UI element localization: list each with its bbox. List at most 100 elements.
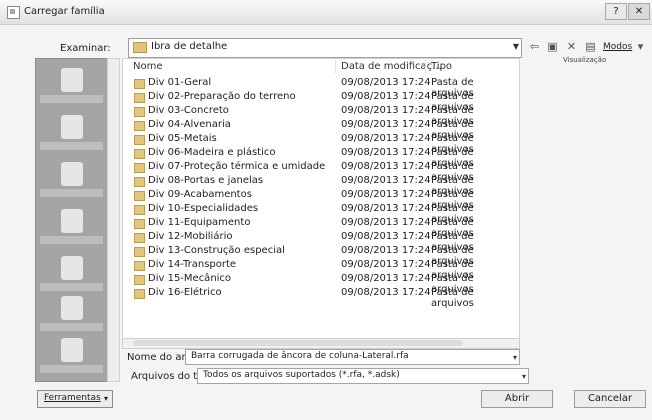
item-date: 09/08/2013 17:24 [341,133,431,144]
folder-icon [134,191,145,201]
column-header-date[interactable]: Data de modificaç... [341,61,442,72]
folder-icon [133,42,147,53]
user-icon [61,162,83,186]
place-user[interactable] [36,155,107,203]
list-item[interactable]: Div 06-Madeira e plástico 09/08/2013 17:2… [123,147,517,169]
list-item[interactable]: Div 16-Elétrico 09/08/2013 17:24 Pasta de … [123,287,517,309]
item-name: Div 03-Concreto [148,105,229,116]
list-item[interactable]: Div 08-Portas e janelas 09/08/2013 17:24 P… [123,175,517,197]
file-type-value: Todos os arquivos suportados (*.rfa, *.a… [203,370,400,380]
item-date: 09/08/2013 17:24 [341,119,431,130]
chevron-down-icon[interactable]: ▾ [513,353,517,362]
item-date: 09/08/2013 17:24 [341,175,431,186]
folder-icon [134,261,145,271]
views-icon[interactable]: ▤ [583,40,598,53]
place-library[interactable] [36,108,107,156]
item-name: Div 09-Acabamentos [148,189,252,200]
chevron-down-icon[interactable]: ▾ [633,40,648,53]
item-date: 09/08/2013 17:24 [341,273,431,284]
column-header-name[interactable]: Nome [133,61,163,72]
file-name-field[interactable]: Barra corrugada de âncora de coluna-Late… [185,349,520,365]
item-name: Div 14-Transporte [148,259,237,270]
folder-icon [134,219,145,229]
item-name: Div 11-Equipamento [148,217,251,228]
folder-icon [134,93,145,103]
list-item[interactable]: Div 04-Alvenaria 09/08/2013 17:24 Pasta de… [123,119,517,141]
item-name: Div 01-Geral [148,77,212,88]
item-name: Div 10-Especialidades [148,203,259,214]
chevron-down-icon[interactable]: ▾ [522,372,526,381]
place-desktop[interactable] [36,289,107,337]
list-item[interactable]: Div 13-Construção especial 09/08/2013 17:… [123,245,517,267]
list-item[interactable]: Div 14-Transporte 09/08/2013 17:24 Pasta d… [123,259,517,281]
favorites-icon [61,338,83,362]
item-date: 09/08/2013 17:24 [341,77,431,88]
list-item[interactable]: Div 10-Especialidades 09/08/2013 17:24 Pas… [123,203,517,225]
back-icon[interactable]: ⇦ [527,40,542,53]
item-date: 09/08/2013 17:24 [341,231,431,242]
item-name: Div 16-Elétrico [148,287,222,298]
cancel-button[interactable]: Cancelar [574,390,646,408]
help-button[interactable]: ? [605,3,627,20]
scrollbar-thumb[interactable] [133,340,463,346]
open-button[interactable]: Abrir [481,390,553,408]
column-header-type[interactable]: Tipo [431,61,452,72]
place-favorites[interactable] [36,331,107,379]
look-in-combo[interactable]: Ibra de detalhe ▼ [128,38,522,58]
list-item[interactable]: Div 02-Preparação do terreno 09/08/2013 1… [123,91,517,113]
place-computer[interactable] [36,61,107,109]
file-type-select[interactable]: Todos os arquivos suportados (*.rfa, *.a… [197,368,529,384]
item-date: 09/08/2013 17:24 [341,105,431,116]
item-date: 09/08/2013 17:24 [341,147,431,158]
horizontal-scrollbar[interactable] [122,338,520,349]
file-name-value: Barra corrugada de âncora de coluna-Late… [191,351,409,361]
item-name: Div 06-Madeira e plástico [148,147,276,158]
tools-label: Ferramentas [44,393,101,403]
item-date: 09/08/2013 17:24 [341,259,431,270]
network-icon [61,209,83,233]
list-item[interactable]: Div 11-Equipamento 09/08/2013 17:24 Pasta … [123,217,517,239]
folder-icon [134,247,145,257]
place-label [40,323,103,331]
library-icon [61,115,83,139]
title-bar: Carregar família ? ✕ [0,0,652,25]
folder-icon [134,289,145,299]
folder-icon [134,275,145,285]
place-network[interactable] [36,202,107,250]
column-separator [335,60,336,73]
place-label [40,142,103,150]
delete-icon[interactable]: ✕ [564,40,579,53]
folder-icon [134,163,145,173]
item-type: Pasta de arquivos [431,287,474,309]
tools-button[interactable]: Ferramentas ▾ [37,390,113,408]
folder-icon [134,107,145,117]
list-item[interactable]: Div 07-Proteção térmica e umidade 09/08/2… [123,161,517,183]
place-label [40,236,103,244]
place-label [40,365,103,373]
list-item[interactable]: Div 09-Acabamentos 09/08/2013 17:24 Pasta … [123,189,517,211]
look-in-value: Ibra de detalhe [151,41,228,52]
desktop-icon [61,296,83,320]
places-scrollbar[interactable] [107,58,120,382]
item-name: Div 05-Metais [148,133,217,144]
list-item[interactable]: Div 03-Concreto 09/08/2013 17:24 Pasta de … [123,105,517,127]
close-button[interactable]: ✕ [628,3,650,20]
folder-icon [134,149,145,159]
list-item[interactable]: Div 01-Geral 09/08/2013 17:24 Pasta de arq… [123,77,517,99]
list-item[interactable]: Div 15-Mecânico 09/08/2013 17:24 Pasta de … [123,273,517,295]
list-item[interactable]: Div 12-Mobiliário 09/08/2013 17:24 Pasta d… [123,231,517,253]
chevron-down-icon: ▼ [512,42,519,51]
place-label [40,189,103,197]
item-date: 09/08/2013 17:24 [341,203,431,214]
folder-icon [134,177,145,187]
folder-icon [134,205,145,215]
folder-icon [134,121,145,131]
views-menu[interactable]: Modos [603,42,632,52]
item-name: Div 15-Mecânico [148,273,232,284]
item-date: 09/08/2013 17:24 [341,91,431,102]
list-item[interactable]: Div 05-Metais 09/08/2013 17:24 Pasta de ar… [123,133,517,155]
item-name: Div 07-Proteção térmica e umidade [148,161,326,172]
look-in-label: Examinar: [60,43,111,54]
folder-icon [134,233,145,243]
up-folder-icon[interactable]: ▣ [545,40,560,53]
